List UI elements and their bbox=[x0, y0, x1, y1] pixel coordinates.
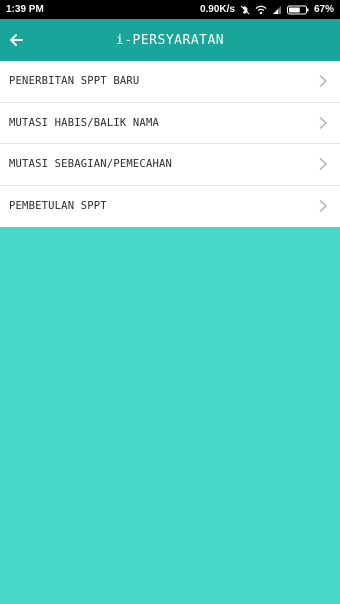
arrow-left-icon bbox=[10, 34, 23, 46]
chevron-right-icon bbox=[319, 158, 328, 171]
app-bar: i-PERSYARATAN bbox=[0, 19, 340, 61]
signal-icon bbox=[272, 5, 282, 15]
menu-item-mutasi-habis-balik-nama[interactable]: MUTASI HABIS/BALIK NAMA bbox=[0, 103, 340, 144]
requirements-menu: PENERBITAN SPPT BARU MUTASI HABIS/BALIK … bbox=[0, 61, 340, 227]
battery-icon bbox=[286, 5, 309, 15]
chevron-right-icon bbox=[319, 75, 328, 88]
bluetooth-icon bbox=[240, 5, 250, 15]
menu-item-pembetulan-sppt[interactable]: PEMBETULAN SPPT bbox=[0, 186, 340, 228]
menu-item-label: PEMBETULAN SPPT bbox=[9, 200, 107, 213]
menu-item-mutasi-sebagian-pemecahan[interactable]: MUTASI SEBAGIAN/PEMECAHAN bbox=[0, 144, 340, 186]
status-time: 1:39 PM bbox=[6, 4, 44, 15]
battery-percent: 67% bbox=[313, 4, 334, 15]
chevron-right-icon bbox=[319, 116, 328, 129]
wifi-icon bbox=[255, 5, 267, 15]
chevron-right-icon bbox=[319, 200, 328, 213]
menu-item-label: MUTASI HABIS/BALIK NAMA bbox=[9, 116, 159, 129]
status-bar: 1:39 PM 0.90K/s 67% bbox=[0, 0, 340, 19]
back-button[interactable] bbox=[4, 28, 28, 52]
network-speed: 0.90K/s bbox=[199, 4, 235, 15]
menu-item-label: PENERBITAN SPPT BARU bbox=[9, 75, 140, 88]
status-icons: 0.90K/s 67% bbox=[200, 4, 334, 15]
menu-item-label: MUTASI SEBAGIAN/PEMECAHAN bbox=[9, 158, 173, 171]
menu-item-penerbitan-sppt-baru[interactable]: PENERBITAN SPPT BARU bbox=[0, 61, 340, 103]
page-title: i-PERSYARATAN bbox=[115, 32, 225, 48]
